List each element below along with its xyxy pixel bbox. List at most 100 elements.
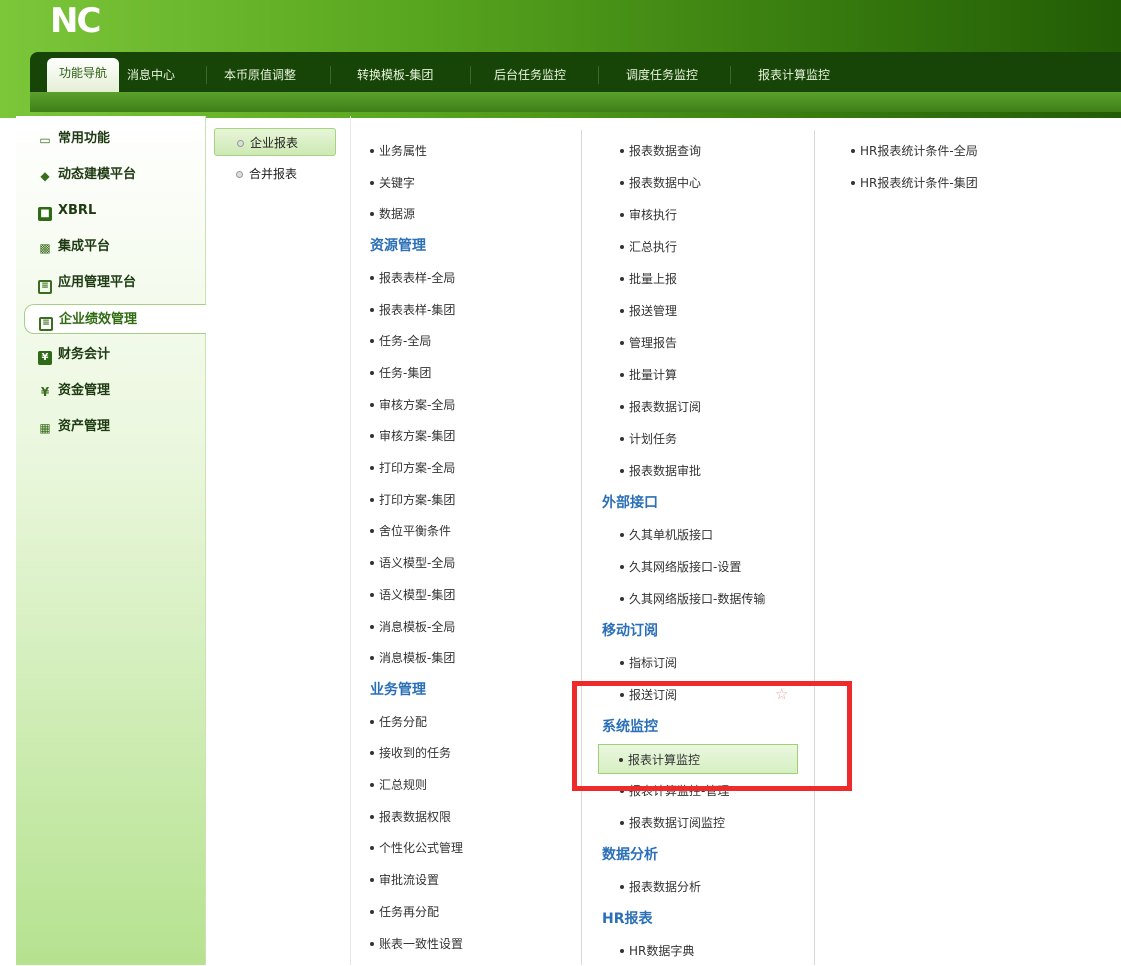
tab-currency-adjust[interactable]: 本币原值调整 (224, 62, 296, 88)
tab-schedule-monitor[interactable]: 调度任务监控 (626, 62, 698, 88)
menu-item[interactable]: 久其单机版接口 (620, 520, 713, 550)
menu-item[interactable]: 管理报告 (620, 328, 677, 358)
bullet-icon (620, 565, 624, 569)
menu-item[interactable]: 报表表样-全局 (370, 263, 455, 293)
menu-item[interactable]: 汇总规则 (370, 770, 427, 800)
sidebar-item-integration[interactable]: ▩ 集成平台 (24, 232, 206, 262)
menu-item-label: 计划任务 (629, 432, 678, 446)
bullet-icon (370, 751, 374, 756)
menu-item[interactable]: HR数据字典 (620, 936, 694, 966)
menu-item[interactable]: 打印方案-全局 (370, 453, 455, 483)
bullet-icon (370, 592, 374, 597)
menu-item-label: 报表表样-全局 (379, 270, 456, 285)
menu-item[interactable]: 报表数据中心 (620, 168, 701, 198)
sidebar-item-performance[interactable]: ≡ 企业绩效管理 (24, 304, 206, 334)
bullet-icon (620, 405, 624, 409)
menu-item[interactable]: 账表一致性设置 (370, 929, 463, 959)
radio-dot-icon (237, 140, 244, 147)
menu-item[interactable]: 消息模板-全局 (370, 612, 455, 642)
menu-item[interactable]: 批量计算 (620, 360, 677, 390)
menu-item[interactable]: 汇总执行 (620, 232, 677, 262)
sidebar-item-treasury[interactable]: ¥ 资金管理 (24, 376, 206, 406)
sidebar-item-app-management[interactable]: ≡ 应用管理平台 (24, 268, 206, 298)
menu-item[interactable]: HR报表统计条件-全局 (851, 136, 978, 166)
bullet-icon (620, 661, 624, 665)
menu-item[interactable]: 任务再分配 (370, 897, 439, 927)
asset-icon: ▦ (39, 421, 51, 435)
menu-item[interactable]: 任务-全局 (370, 326, 431, 356)
radio-dot-icon (236, 171, 243, 178)
yen-icon: ¥ (40, 385, 50, 399)
menu-item[interactable]: 报表数据审批 (620, 456, 701, 486)
tab-background-monitor[interactable]: 后台任务监控 (494, 62, 566, 88)
bullet-icon (370, 624, 374, 629)
sidebar-item-dynamic-modeling[interactable]: ◆ 动态建模平台 (24, 160, 206, 190)
menu-item[interactable]: 报表表样-集团 (370, 295, 455, 325)
bullet-icon (620, 437, 624, 441)
tab-convert-template[interactable]: 转换模板-集团 (357, 62, 433, 88)
menu-item-label: 管理报告 (629, 336, 678, 350)
menu-item-label: 审核执行 (629, 208, 678, 222)
menu-item[interactable]: 报表数据订阅 (620, 392, 701, 422)
menu-item[interactable]: HR报表统计条件-集团 (851, 168, 978, 198)
menu-item[interactable]: 报表数据权限 (370, 802, 451, 832)
menu-item[interactable]: 久其网络版接口-数据传输 (620, 584, 765, 614)
menu-item-label: 久其网络版接口-设置 (629, 560, 742, 574)
menu-item[interactable]: 打印方案-集团 (370, 485, 455, 515)
bullet-icon (370, 180, 374, 185)
menu-item[interactable]: 报送管理 (620, 296, 677, 326)
sidebar-item-finance[interactable]: ¥ 财务会计 (24, 340, 206, 370)
menu-item[interactable]: 业务属性 (370, 136, 427, 166)
yen-box-icon: ¥ (38, 351, 52, 365)
menu-item-label: HR报表统计条件-集团 (860, 176, 978, 190)
bullet-icon (370, 719, 374, 724)
bullet-icon (370, 307, 374, 312)
menu-item[interactable]: 任务-集团 (370, 358, 431, 388)
menu-item[interactable]: 个性化公式管理 (370, 833, 463, 863)
tab-report-calc-monitor[interactable]: 报表计算监控 (758, 62, 830, 88)
bullet-icon (620, 245, 624, 249)
menu-item[interactable]: 数据源 (370, 199, 415, 229)
app-icon: ≡ (38, 280, 52, 294)
menu-item[interactable]: 计划任务 (620, 424, 677, 454)
menu-item[interactable]: 批量上报 (620, 264, 677, 294)
menu-item[interactable]: 接收到的任务 (370, 738, 451, 768)
menu-item[interactable]: 审核执行 (620, 200, 677, 230)
cube-icon: ◆ (40, 169, 50, 183)
menu-item[interactable]: 审批流设置 (370, 865, 439, 895)
subnav-consolidated-report[interactable]: 合并报表 (214, 160, 336, 188)
menu-item-label: 数据源 (379, 207, 416, 222)
menu-item[interactable]: 语义模型-集团 (370, 580, 455, 610)
bullet-icon (620, 373, 624, 377)
menu-item[interactable]: 久其网络版接口-设置 (620, 552, 741, 582)
menu-item[interactable]: 任务分配 (370, 707, 427, 737)
menu-item[interactable]: 舍位平衡条件 (370, 516, 451, 546)
bullet-icon (851, 149, 855, 153)
bullet-icon (370, 529, 374, 534)
menu-item[interactable]: 消息模板-集团 (370, 643, 455, 673)
section-header: HR报表 (602, 911, 653, 927)
tab-function-nav[interactable]: 功能导航 (47, 58, 120, 92)
sidebar-item-common[interactable]: ▭ 常用功能 (24, 124, 206, 154)
menu-item[interactable]: 指标订阅 (620, 648, 677, 678)
bullet-icon (620, 949, 624, 953)
table-icon: ≡ (39, 317, 53, 331)
sidebar-item-assets[interactable]: ▦ 资产管理 (24, 412, 206, 442)
menu-item-label: 接收到的任务 (379, 746, 452, 761)
menu-item-label: 报送管理 (629, 304, 678, 318)
menu-item[interactable]: 关键字 (370, 168, 415, 198)
bullet-icon (370, 339, 374, 344)
menu-item[interactable]: 报表数据订阅监控 (620, 808, 725, 838)
menu-item[interactable]: 报表数据查询 (620, 136, 701, 166)
menu-item[interactable]: 审核方案-全局 (370, 390, 455, 420)
tab-message-center[interactable]: 消息中心 (127, 62, 175, 88)
sidebar-item-xbrl[interactable]: ■ XBRL (24, 196, 206, 226)
menu-item[interactable]: 报表数据分析 (620, 872, 701, 902)
menu-item[interactable]: 审核方案-集团 (370, 421, 455, 451)
highlight-annotation-box (572, 681, 852, 791)
top-banner: NC 功能导航 消息中心 本币原值调整 转换模板-集团 后台任务监控 调度任务监… (0, 0, 1121, 118)
menu-item[interactable]: 语义模型-全局 (370, 548, 455, 578)
subnav-enterprise-report[interactable]: 企业报表 (214, 128, 336, 156)
menu-item-label: 打印方案-集团 (379, 492, 456, 507)
menu-item-label: 语义模型-集团 (379, 587, 456, 602)
